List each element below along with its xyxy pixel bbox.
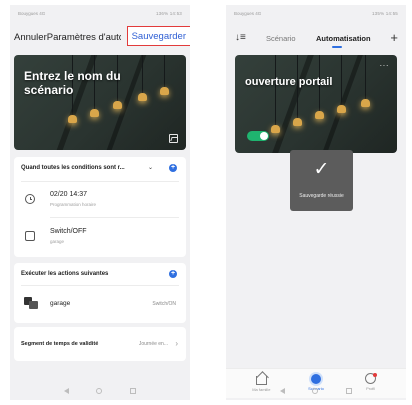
validity-label: Segment de temps de validité bbox=[21, 341, 99, 347]
lamp bbox=[68, 115, 77, 123]
divider bbox=[21, 285, 179, 286]
back-icon[interactable] bbox=[63, 388, 69, 394]
power-icon bbox=[25, 231, 35, 241]
device-icon bbox=[24, 297, 38, 309]
toast-message: Sauvegarde réussie bbox=[299, 193, 344, 199]
validity-row[interactable]: Segment de temps de validité Journée en.… bbox=[14, 327, 186, 361]
condition-time: 02/20 14:37 bbox=[50, 191, 87, 198]
condition-device: garage bbox=[50, 239, 65, 244]
action-value: Switch/ON bbox=[152, 301, 176, 307]
carrier-label: Bouygues 4G bbox=[18, 11, 46, 16]
status-bar: Bouygues 4G 136% 14:53 bbox=[10, 5, 190, 22]
battery-time: 135% 14:55 bbox=[371, 11, 398, 16]
lamp bbox=[315, 111, 324, 119]
add-icon[interactable]: + bbox=[390, 30, 398, 45]
checkmark-icon: ✓ bbox=[313, 159, 330, 180]
condition-type: Programmation horaire bbox=[50, 202, 97, 207]
scene-name-banner[interactable]: Entrez le nom du scénario bbox=[14, 55, 186, 150]
save-button[interactable]: Sauvegarder bbox=[126, 26, 190, 46]
automation-name: ouverture portail bbox=[245, 76, 333, 88]
home-icon[interactable] bbox=[96, 388, 103, 394]
status-bar: Bouygues 4G 135% 14:55 bbox=[226, 5, 406, 22]
save-success-toast: ✓ Sauvegarde réussie bbox=[290, 150, 353, 211]
cancel-button[interactable]: Annuler bbox=[14, 32, 47, 43]
home-button-icon[interactable] bbox=[312, 388, 319, 394]
lamp-cord bbox=[275, 55, 276, 127]
actions-title: Exécuter les actions suivantes bbox=[21, 271, 109, 277]
recents-icon[interactable] bbox=[346, 388, 353, 394]
battery-time: 136% 14:53 bbox=[155, 11, 182, 16]
lamp bbox=[160, 87, 169, 95]
tab-automation[interactable]: Automatisation bbox=[316, 34, 371, 43]
image-icon[interactable] bbox=[169, 134, 178, 143]
condition-state: Switch/OFF bbox=[50, 228, 87, 235]
edit-automation-screen: Bouygues 4G 136% 14:53 Annuler Paramètre… bbox=[10, 5, 190, 400]
recents-icon[interactable] bbox=[130, 388, 137, 394]
validity-value: Journée en... bbox=[138, 341, 168, 347]
lamp-cord bbox=[164, 55, 165, 89]
divider bbox=[50, 217, 179, 218]
more-icon[interactable]: ··· bbox=[380, 61, 390, 70]
actions-card: Exécuter les actions suivantes + garage … bbox=[14, 263, 186, 323]
clock-icon bbox=[25, 194, 35, 204]
conditions-title[interactable]: Quand toutes les conditions sont r... bbox=[21, 165, 125, 171]
action-device: garage bbox=[50, 300, 71, 307]
header: Annuler Paramètres d'auto... Sauvegarder bbox=[10, 24, 190, 50]
header: ↓≡ Scénario Automatisation + bbox=[226, 27, 406, 51]
carrier-label: Bouygues 4G bbox=[234, 11, 262, 16]
lamp bbox=[361, 99, 370, 107]
conditions-card: Quand toutes les conditions sont r... ⌄ … bbox=[14, 157, 186, 257]
ceiling-beam bbox=[272, 55, 314, 153]
lamp bbox=[271, 125, 280, 133]
tab-scenario[interactable]: Scénario bbox=[266, 34, 296, 43]
automation-toggle[interactable] bbox=[247, 131, 269, 141]
automation-card[interactable]: ouverture portail ··· bbox=[235, 55, 397, 153]
system-nav-bar bbox=[10, 382, 190, 400]
add-condition-button[interactable]: + bbox=[169, 164, 177, 172]
lamp bbox=[293, 118, 302, 126]
chevron-down-icon[interactable]: ⌄ bbox=[148, 164, 153, 171]
automation-list-screen: Bouygues 4G 135% 14:55 ↓≡ Scénario Autom… bbox=[226, 5, 406, 400]
system-nav-bar bbox=[226, 382, 406, 400]
sort-icon[interactable]: ↓≡ bbox=[235, 32, 246, 43]
page-title: Paramètres d'auto... bbox=[46, 31, 121, 43]
lamp bbox=[90, 109, 99, 117]
ceiling-beam bbox=[322, 55, 363, 153]
lamp bbox=[113, 101, 122, 109]
back-icon[interactable] bbox=[279, 388, 285, 394]
add-action-button[interactable]: + bbox=[169, 270, 177, 278]
scene-name-placeholder[interactable]: Entrez le nom du scénario bbox=[24, 69, 159, 97]
divider bbox=[21, 181, 179, 182]
active-tab-indicator bbox=[332, 46, 342, 48]
lamp bbox=[337, 105, 346, 113]
chevron-right-icon: › bbox=[175, 339, 178, 348]
